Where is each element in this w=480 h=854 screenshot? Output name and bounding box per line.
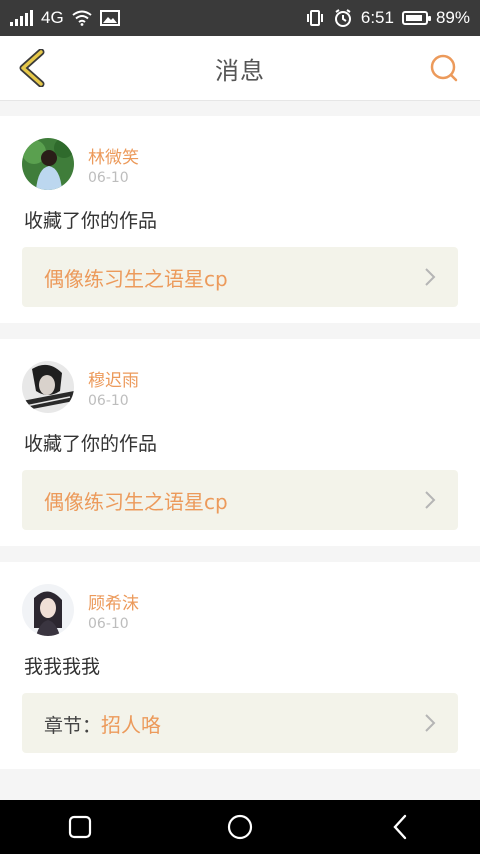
battery-percent: 89% <box>435 8 470 27</box>
back-triangle-icon <box>393 814 407 840</box>
home-button[interactable] <box>210 800 270 854</box>
app-header: 消息 <box>0 36 480 101</box>
battery-icon <box>401 11 431 25</box>
status-bar: 4G 6:51 89% <box>0 0 480 36</box>
message-card: 顾希沫 06-10 我我我我 章节：招人咯 <box>0 562 480 769</box>
message-card: 穆迟雨 06-10 收藏了你的作品 偶像练习生之语星cp <box>0 339 480 546</box>
nav-back-button[interactable] <box>370 800 430 854</box>
message-date: 06-10 <box>88 169 129 186</box>
square-icon <box>68 815 92 839</box>
recents-button[interactable] <box>50 800 110 854</box>
back-arrow-icon <box>19 49 45 87</box>
link-title: 招人咯 <box>101 712 162 737</box>
message-date: 06-10 <box>88 615 129 632</box>
link-prefix: 章节： <box>44 714 102 737</box>
link-title: 偶像练习生之语星cp <box>44 266 228 291</box>
message-text: 收藏了你的作品 <box>24 433 158 455</box>
system-nav-bar <box>0 800 480 854</box>
back-button[interactable] <box>12 48 52 88</box>
alarm-icon <box>333 9 353 27</box>
vibrate-icon <box>305 10 325 26</box>
message-card: 林微笑 06-10 收藏了你的作品 偶像练习生之语星cp <box>0 116 480 323</box>
user-name[interactable]: 林微笑 <box>88 143 139 168</box>
page-title: 消息 <box>215 56 265 85</box>
avatar[interactable] <box>22 584 74 636</box>
image-notification-icon <box>99 10 120 26</box>
circle-icon <box>227 814 253 840</box>
network-type: 4G <box>41 8 64 27</box>
chevron-right-icon <box>420 490 440 510</box>
clock: 6:51 <box>360 8 394 27</box>
chevron-right-icon <box>420 713 440 733</box>
link-title: 偶像练习生之语星cp <box>44 489 228 514</box>
message-text: 收藏了你的作品 <box>24 210 158 232</box>
work-link[interactable]: 偶像练习生之语星cp <box>22 470 458 530</box>
search-icon <box>430 54 458 82</box>
signal-icon <box>10 10 33 26</box>
chapter-link[interactable]: 章节：招人咯 <box>22 693 458 753</box>
work-link[interactable]: 偶像练习生之语星cp <box>22 247 458 307</box>
search-button[interactable] <box>424 48 464 88</box>
message-date: 06-10 <box>88 392 129 409</box>
user-name[interactable]: 顾希沫 <box>88 589 139 614</box>
avatar[interactable] <box>22 361 74 413</box>
user-name[interactable]: 穆迟雨 <box>88 366 139 391</box>
wifi-icon <box>72 10 92 26</box>
message-text: 我我我我 <box>24 656 101 678</box>
message-list: 林微笑 06-10 收藏了你的作品 偶像练习生之语星cp 穆迟雨 06-10 收… <box>0 116 480 785</box>
chevron-right-icon <box>420 267 440 287</box>
avatar[interactable] <box>22 138 74 190</box>
